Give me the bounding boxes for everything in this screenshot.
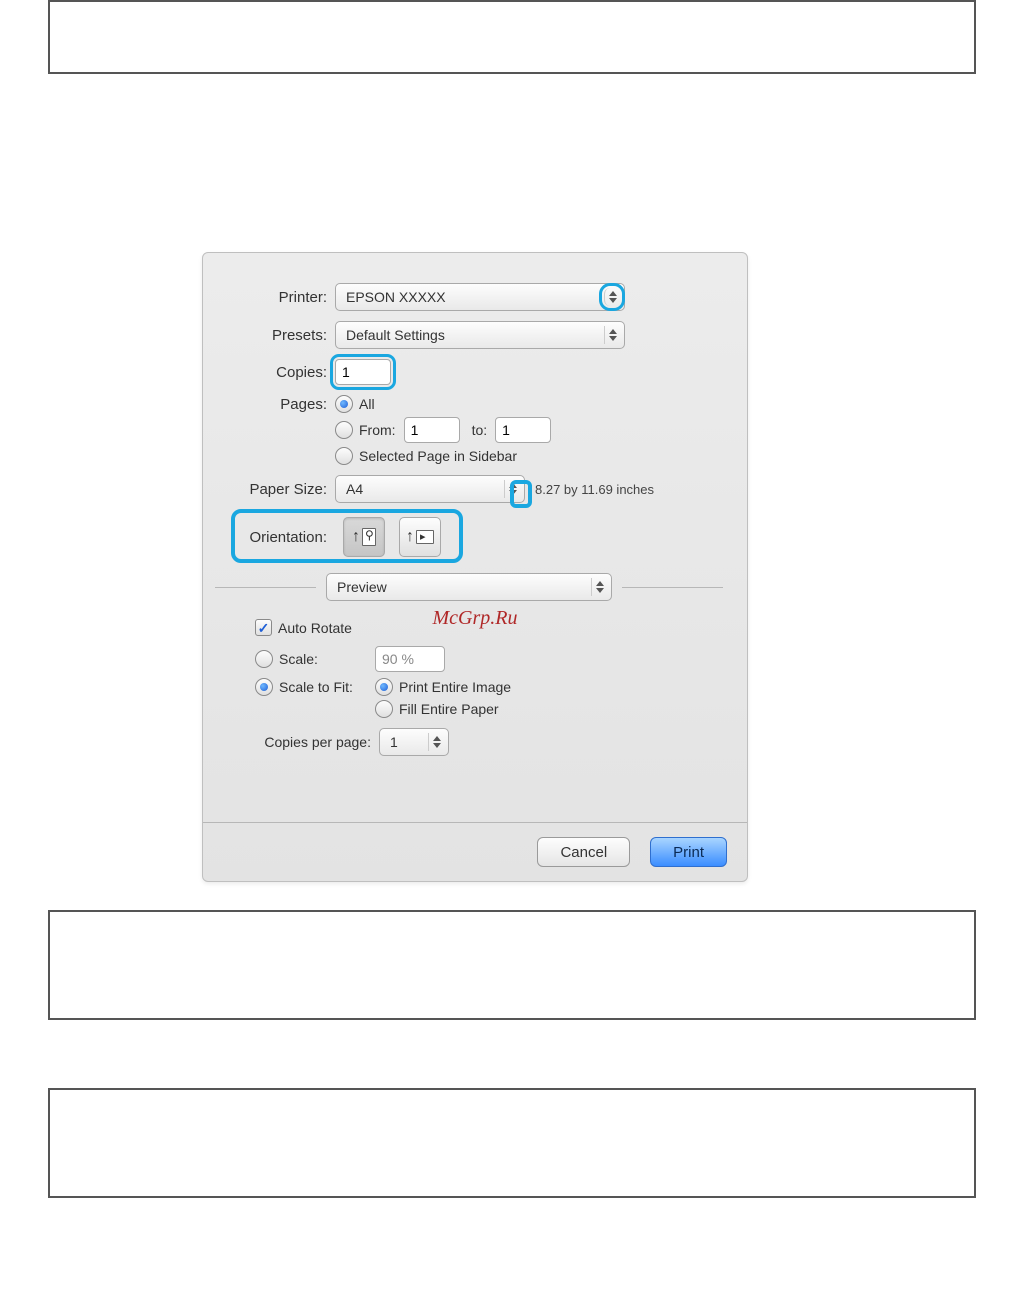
pages-all-text: All (359, 396, 375, 412)
printer-select[interactable]: EPSON XXXXX (335, 283, 625, 311)
paper-size-value: A4 (346, 481, 363, 497)
auto-rotate-checkbox[interactable] (255, 619, 272, 636)
copies-per-page-value: 1 (390, 734, 398, 750)
orientation-row: Orientation: ↑ ↑ (215, 513, 723, 561)
fill-paper-radio[interactable] (375, 700, 393, 718)
auto-rotate-row: Auto Rotate (255, 619, 723, 636)
orientation-landscape-button[interactable]: ↑ (399, 517, 441, 557)
fill-paper-row: Fill Entire Paper (255, 700, 723, 718)
preview-panel: Auto Rotate Scale: Scale to Fit: Print E… (203, 601, 747, 756)
pages-from-radio[interactable] (335, 421, 353, 439)
auto-rotate-label: Auto Rotate (278, 620, 352, 636)
page-note-box-middle (48, 910, 976, 1020)
copies-row: Copies: (215, 359, 723, 385)
updown-stepper-icon[interactable] (604, 288, 620, 306)
dialog-footer: Cancel Print (203, 822, 747, 881)
arrow-up-icon: ↑ (352, 528, 360, 546)
print-button[interactable]: Print (650, 837, 727, 867)
scale-to-fit-radio[interactable] (255, 678, 273, 696)
fill-paper-label: Fill Entire Paper (399, 701, 499, 717)
orientation-label: Orientation: (215, 529, 335, 546)
printer-row: Printer: EPSON XXXXX (215, 283, 723, 311)
pages-from-input[interactable] (404, 417, 460, 443)
print-entire-radio[interactable] (375, 678, 393, 696)
pages-from-row: From: to: (215, 417, 723, 443)
cancel-button[interactable]: Cancel (537, 837, 630, 867)
printer-value: EPSON XXXXX (346, 289, 446, 305)
print-entire-label: Print Entire Image (399, 679, 511, 695)
divider-line (622, 587, 723, 588)
divider-line (215, 587, 316, 588)
orientation-group: ↑ ↑ (335, 513, 449, 561)
updown-stepper-icon[interactable] (504, 480, 520, 498)
pages-label: Pages: (215, 396, 335, 413)
pages-selected-text: Selected Page in Sidebar (359, 448, 517, 464)
pages-to-input[interactable] (495, 417, 551, 443)
pages-all-row: Pages: All (215, 395, 723, 413)
presets-label: Presets: (215, 327, 335, 344)
presets-row: Presets: Default Settings (215, 321, 723, 349)
updown-stepper-icon[interactable] (604, 326, 620, 344)
pages-selected-row: Selected Page in Sidebar (215, 447, 723, 465)
orientation-portrait-button[interactable]: ↑ (343, 517, 385, 557)
printer-label: Printer: (215, 289, 335, 306)
copies-per-page-label: Copies per page: (255, 734, 379, 750)
updown-stepper-icon[interactable] (591, 578, 607, 596)
scale-to-fit-row: Scale to Fit: Print Entire Image (255, 678, 723, 696)
pages-all-radio[interactable] (335, 395, 353, 413)
landscape-page-icon (416, 530, 434, 544)
panel-divider: Preview (215, 573, 723, 601)
page-note-box-bottom (48, 1088, 976, 1198)
portrait-page-icon (362, 528, 376, 546)
paper-size-row: Paper Size: A4 8.27 by 11.69 inches (215, 475, 723, 503)
print-form: Printer: EPSON XXXXX Presets: Default Se… (203, 253, 747, 601)
print-dialog: Printer: EPSON XXXXX Presets: Default Se… (202, 252, 748, 882)
paper-size-label: Paper Size: (215, 481, 335, 498)
scale-label: Scale: (279, 651, 375, 667)
scale-input (375, 646, 445, 672)
scale-radio[interactable] (255, 650, 273, 668)
presets-value: Default Settings (346, 327, 445, 343)
copies-per-page-select[interactable]: 1 (379, 728, 449, 756)
paper-size-select[interactable]: A4 (335, 475, 525, 503)
copies-label: Copies: (215, 364, 335, 381)
updown-stepper-icon[interactable] (428, 733, 444, 751)
scale-to-fit-label: Scale to Fit: (279, 679, 375, 695)
copies-input[interactable] (335, 359, 391, 385)
page-note-box-top (48, 0, 976, 74)
from-label: From: (359, 422, 396, 438)
panel-value: Preview (337, 579, 387, 595)
presets-select[interactable]: Default Settings (335, 321, 625, 349)
arrow-up-icon: ↑ (406, 528, 414, 546)
copies-per-page-row: Copies per page: 1 (255, 728, 723, 756)
to-label: to: (472, 422, 488, 438)
pages-selected-radio[interactable] (335, 447, 353, 465)
paper-dimensions: 8.27 by 11.69 inches (535, 482, 654, 497)
panel-select[interactable]: Preview (326, 573, 612, 601)
scale-row: Scale: (255, 646, 723, 672)
